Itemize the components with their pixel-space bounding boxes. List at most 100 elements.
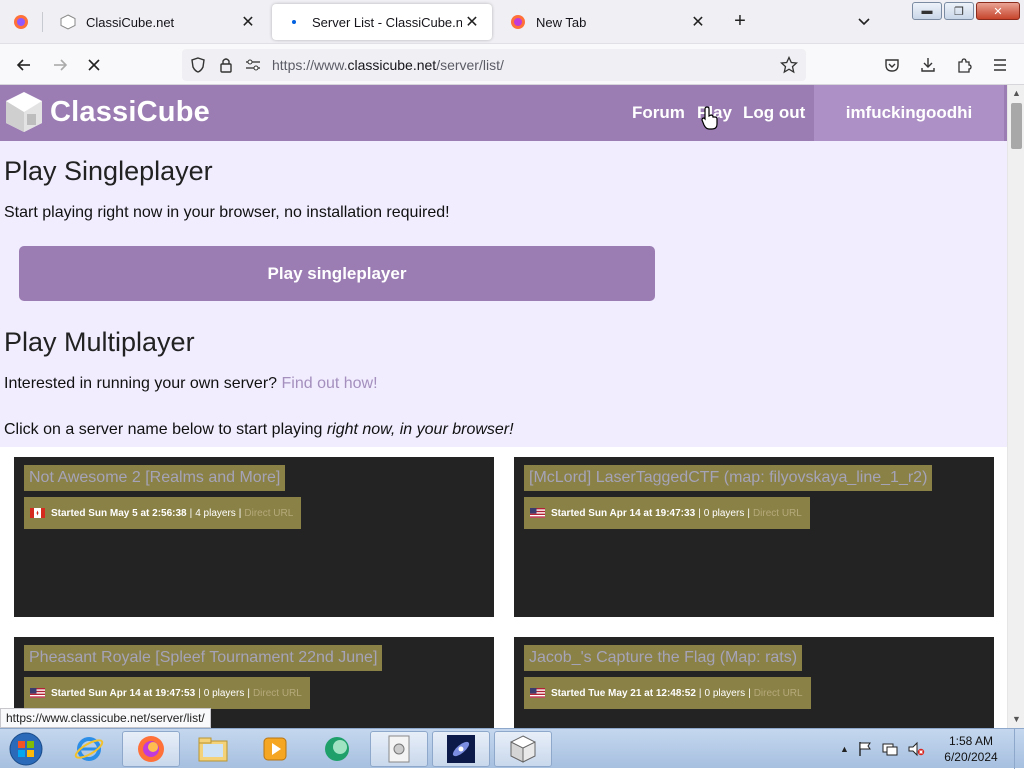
- taskbar-classicube[interactable]: [494, 731, 552, 767]
- lock-icon[interactable]: [217, 56, 235, 74]
- server-name-link[interactable]: Not Awesome 2 [Realms and More]: [24, 465, 286, 491]
- canada-flag-icon: [30, 508, 45, 518]
- minimize-button[interactable]: ▬: [912, 2, 942, 20]
- tab-close-icon[interactable]: ✕: [238, 12, 258, 32]
- server-info: Started Sun Apr 14 at 19:47:53 | 0 players…: [24, 677, 310, 709]
- document-icon: [388, 735, 410, 763]
- server-name-link[interactable]: [McLord] LaserTaggedCTF (map: filyovskay…: [524, 465, 933, 491]
- taskbar-file-explorer[interactable]: [184, 731, 242, 767]
- server-info: Started Sun May 5 at 2:56:38 | 4 players | D…: [24, 497, 302, 529]
- server-card[interactable]: Jacob_'s Capture the Flag (Map: rats) St…: [514, 637, 994, 728]
- taskbar-app-green[interactable]: [308, 731, 366, 767]
- scroll-thumb[interactable]: [1011, 103, 1022, 149]
- url-prefix: https://www.: [272, 57, 348, 73]
- system-clock[interactable]: 1:58 AM 6/20/2024: [936, 733, 1006, 765]
- server-started: Started Sun May 5 at 2:56:38: [51, 507, 187, 519]
- own-server-prompt: Interested in running your own server?: [4, 375, 278, 392]
- puzzle-icon: [958, 58, 972, 73]
- site-logo[interactable]: ClassiCube: [4, 90, 210, 134]
- direct-url-link[interactable]: Direct URL: [754, 688, 803, 699]
- taskbar-app-galaxy[interactable]: [432, 731, 490, 767]
- server-name-link[interactable]: Jacob_'s Capture the Flag (Map: rats): [524, 645, 803, 671]
- new-tab-button[interactable]: +: [728, 10, 752, 34]
- show-hidden-icons-arrow-icon[interactable]: ▲: [840, 744, 849, 754]
- us-flag-icon: [530, 508, 545, 518]
- server-info: Started Sun Apr 14 at 19:47:33 | 0 players…: [524, 497, 810, 529]
- back-button[interactable]: [10, 52, 38, 78]
- instruction-text: Click on a server name below to start pl…: [4, 421, 514, 439]
- url-domain: classicube.net: [347, 57, 437, 73]
- server-info: Started Tue May 21 at 12:48:52 | 0 players…: [524, 677, 811, 709]
- download-icon: [921, 58, 935, 72]
- server-card[interactable]: Not Awesome 2 [Realms and More] Started …: [14, 457, 494, 617]
- tab-label: Server List - ClassiCube.net: [312, 14, 462, 30]
- logo-text: ClassiCube: [50, 95, 210, 128]
- url-text[interactable]: https://www.classicube.net/server/list/: [272, 57, 504, 73]
- downloads-button[interactable]: [914, 52, 942, 78]
- pocket-button[interactable]: [878, 52, 906, 78]
- stop-loading-button[interactable]: [80, 52, 108, 78]
- taskbar-firefox[interactable]: [122, 731, 180, 767]
- windows-logo-icon: [9, 732, 43, 766]
- play-singleplayer-button[interactable]: Play singleplayer: [19, 246, 655, 301]
- nav-forum-link[interactable]: Forum: [632, 103, 685, 123]
- taskbar-internet-explorer[interactable]: [60, 731, 118, 767]
- classicube-cube-icon: [510, 735, 536, 763]
- separator: |: [198, 687, 201, 699]
- extensions-button[interactable]: [950, 52, 978, 78]
- tab-classicube[interactable]: ClassiCube.net ✕: [46, 4, 268, 40]
- bookmark-star-icon[interactable]: [780, 56, 798, 74]
- show-desktop-button[interactable]: [1014, 729, 1024, 769]
- folder-icon: [198, 737, 228, 762]
- web-page: ClassiCube Forum Play Log out imfuckingo…: [0, 85, 1007, 728]
- instruction-emphasis: right now, in your browser!: [326, 421, 514, 438]
- find-out-how-link[interactable]: Find out how!: [282, 375, 378, 392]
- loading-dot-icon: [292, 20, 296, 24]
- tab-new-tab[interactable]: New Tab ✕: [496, 4, 718, 40]
- separator: |: [189, 507, 193, 519]
- menu-button[interactable]: [986, 52, 1014, 78]
- page-scrollbar[interactable]: ▲ ▼: [1007, 85, 1024, 728]
- scroll-down-arrow-icon[interactable]: ▼: [1012, 715, 1021, 724]
- tab-close-icon[interactable]: ✕: [688, 12, 708, 32]
- forward-button[interactable]: [46, 52, 74, 78]
- close-window-button[interactable]: ✕: [976, 2, 1020, 20]
- tab-label: ClassiCube.net: [86, 14, 175, 30]
- network-icon[interactable]: [881, 741, 899, 757]
- direct-url-link[interactable]: Direct URL: [244, 508, 293, 519]
- tab-close-icon[interactable]: ✕: [462, 12, 482, 32]
- action-center-flag-icon[interactable]: [857, 741, 873, 757]
- server-players: 0 players: [704, 687, 746, 699]
- firefox-view-icon[interactable]: [0, 0, 42, 44]
- list-all-tabs-button[interactable]: [852, 10, 876, 34]
- server-name-link[interactable]: Pheasant Royale [Spleef Tournament 22nd …: [24, 645, 383, 671]
- taskbar-app-document[interactable]: [370, 731, 428, 767]
- server-players: 4 players: [195, 507, 236, 519]
- taskbar-media-player[interactable]: [246, 731, 304, 767]
- tab-label: New Tab: [536, 14, 587, 30]
- separator: |: [748, 687, 751, 699]
- server-started: Started Sun Apr 14 at 19:47:53: [51, 687, 196, 699]
- server-card[interactable]: [McLord] LaserTaggedCTF (map: filyovskay…: [514, 457, 994, 617]
- shield-icon[interactable]: [189, 56, 207, 74]
- direct-url-link[interactable]: Direct URL: [253, 688, 302, 699]
- restore-button[interactable]: ❐: [944, 2, 974, 20]
- server-players: 0 players: [703, 507, 745, 519]
- pocket-icon: [885, 59, 899, 72]
- server-started: Started Sun Apr 14 at 19:47:33: [551, 507, 696, 519]
- direct-url-link[interactable]: Direct URL: [753, 508, 802, 519]
- separator: |: [698, 507, 701, 519]
- address-bar[interactable]: https://www.classicube.net/server/list/: [182, 49, 806, 81]
- close-icon: [88, 59, 100, 71]
- scroll-up-arrow-icon[interactable]: ▲: [1012, 89, 1021, 98]
- start-button[interactable]: [6, 731, 46, 767]
- url-path: /server/list/: [436, 57, 504, 73]
- user-account-link[interactable]: imfuckingoodhi: [814, 85, 1004, 141]
- instruction-prefix: Click on a server name below to start pl…: [4, 421, 327, 438]
- volume-muted-icon[interactable]: [907, 741, 925, 757]
- status-url-tooltip: https://www.classicube.net/server/list/: [0, 708, 211, 728]
- nav-logout-link[interactable]: Log out: [743, 103, 805, 123]
- own-server-text: Interested in running your own server? F…: [4, 375, 378, 393]
- permissions-icon[interactable]: [244, 56, 262, 74]
- tab-server-list[interactable]: Server List - ClassiCube.net ✕: [272, 4, 492, 40]
